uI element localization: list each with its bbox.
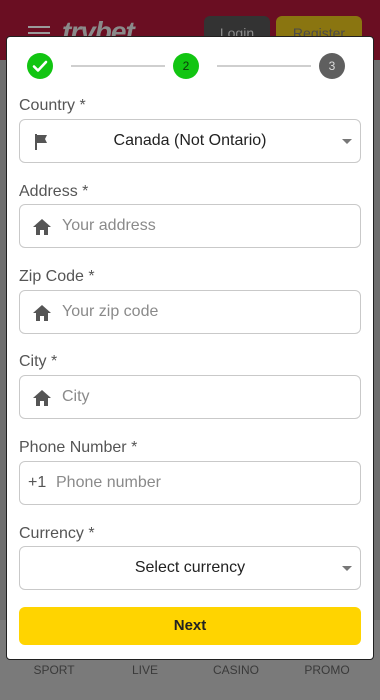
nav-sport[interactable]: SPORT [14,663,94,677]
phone-prefix: +1 [28,474,47,491]
city-label: City * [19,353,58,370]
address-placeholder: Your address [62,217,156,234]
step-2-current: 2 [173,53,199,79]
step-connector [217,65,311,67]
address-field[interactable]: Your address [19,204,361,248]
phone-placeholder: Phone number [56,474,161,491]
zip-field[interactable]: Your zip code [19,290,361,334]
home-icon [33,390,51,406]
city-field[interactable]: City [19,375,361,419]
currency-label: Currency * [19,525,95,542]
currency-value: Select currency [134,559,246,576]
step-1-complete [27,53,53,79]
country-select[interactable]: Canada (Not Ontario) [19,119,361,163]
phone-field[interactable]: +1 Phone number [19,461,361,505]
zip-label: Zip Code * [19,268,95,285]
country-value: Canada (Not Ontario) [113,132,267,149]
checkmark-icon [32,60,48,72]
zip-placeholder: Your zip code [62,303,159,320]
step-3-pending: 3 [319,53,345,79]
phone-label: Phone Number * [19,439,138,456]
nav-promo[interactable]: PROMO [287,663,367,677]
registration-modal: 2 3 Country * Canada (Not Ontario) Addre… [6,36,374,660]
home-icon [33,219,51,235]
currency-select[interactable]: Select currency [19,546,361,590]
home-icon [33,305,51,321]
city-placeholder: City [62,388,90,405]
country-label: Country * [19,97,86,114]
address-label: Address * [19,183,89,200]
chevron-down-icon [342,139,352,144]
next-button[interactable]: Next [19,607,361,645]
progress-stepper: 2 3 [27,53,353,79]
step-connector [71,65,165,67]
nav-live[interactable]: LIVE [105,663,185,677]
chevron-down-icon [342,566,352,571]
nav-casino[interactable]: CASINO [196,663,276,677]
